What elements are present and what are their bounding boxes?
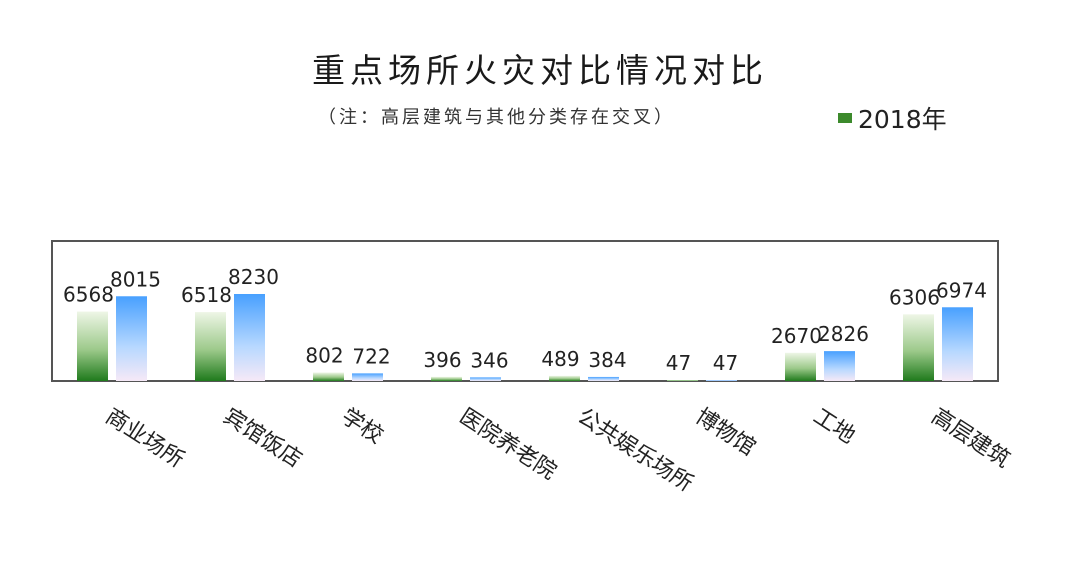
bar-医院养老院-series-2 (470, 377, 501, 381)
bar-学校-series-2 (352, 373, 383, 381)
bar-高层建筑-series-2 (942, 307, 973, 381)
data-label-商业场所-series-2: 8015 (110, 267, 161, 291)
data-label-医院养老院-series-1: 396 (423, 348, 461, 372)
data-label-博物馆-series-1: 47 (666, 351, 691, 375)
x-tick-label-公共娱乐场所: 公共娱乐场所 (573, 404, 697, 497)
plot-frame (51, 240, 999, 382)
bar-商业场所-series-2 (116, 296, 147, 381)
x-tick-label-工地: 工地 (809, 404, 860, 449)
bar-chart: 65688015 商业场所 65188230 宾馆饭店 802 722 学校 396 346 医院… (51, 240, 1014, 497)
bar-高层建筑-series-1 (903, 314, 934, 381)
x-tick-label-学校: 学校 (337, 404, 388, 449)
data-label-宾馆饭店-series-1: 6518 (181, 283, 232, 307)
bar-学校-series-1 (313, 372, 344, 381)
data-label-公共娱乐场所-series-2: 384 (588, 348, 626, 372)
x-tick-label-高层建筑: 高层建筑 (927, 404, 1014, 473)
bar-博物馆-series-1 (667, 380, 698, 381)
bar-工地-series-1 (785, 352, 816, 381)
bar-公共娱乐场所-series-1 (549, 375, 580, 381)
bar-宾馆饭店-series-1 (195, 312, 226, 381)
data-label-工地-series-1: 2670 (771, 324, 822, 348)
x-tick-label-宾馆饭店: 宾馆饭店 (219, 404, 306, 473)
data-label-学校-series-2: 722 (352, 344, 390, 368)
data-label-学校-series-1: 802 (305, 344, 343, 368)
data-label-工地-series-2: 2826 (818, 322, 869, 346)
data-label-医院养老院-series-2: 346 (470, 348, 508, 372)
data-label-宾馆饭店-series-2: 8230 (228, 265, 279, 289)
bar-博物馆-series-2 (706, 380, 737, 381)
data-label-高层建筑-series-1: 6306 (889, 285, 940, 309)
data-label-博物馆-series-2: 47 (713, 351, 738, 375)
bar-医院养老院-series-1 (431, 376, 462, 381)
x-tick-label-商业场所: 商业场所 (101, 404, 188, 473)
bar-宾馆饭店-series-2 (234, 294, 265, 381)
x-tick-label-医院养老院: 医院养老院 (455, 404, 561, 485)
bar-公共娱乐场所-series-2 (588, 376, 619, 381)
data-label-公共娱乐场所-series-1: 489 (541, 347, 579, 371)
x-tick-label-博物馆: 博物馆 (691, 404, 760, 461)
bar-商业场所-series-1 (77, 311, 108, 381)
data-label-高层建筑-series-2: 6974 (936, 278, 987, 302)
bar-工地-series-2 (824, 351, 855, 381)
data-label-商业场所-series-1: 6568 (63, 283, 114, 307)
